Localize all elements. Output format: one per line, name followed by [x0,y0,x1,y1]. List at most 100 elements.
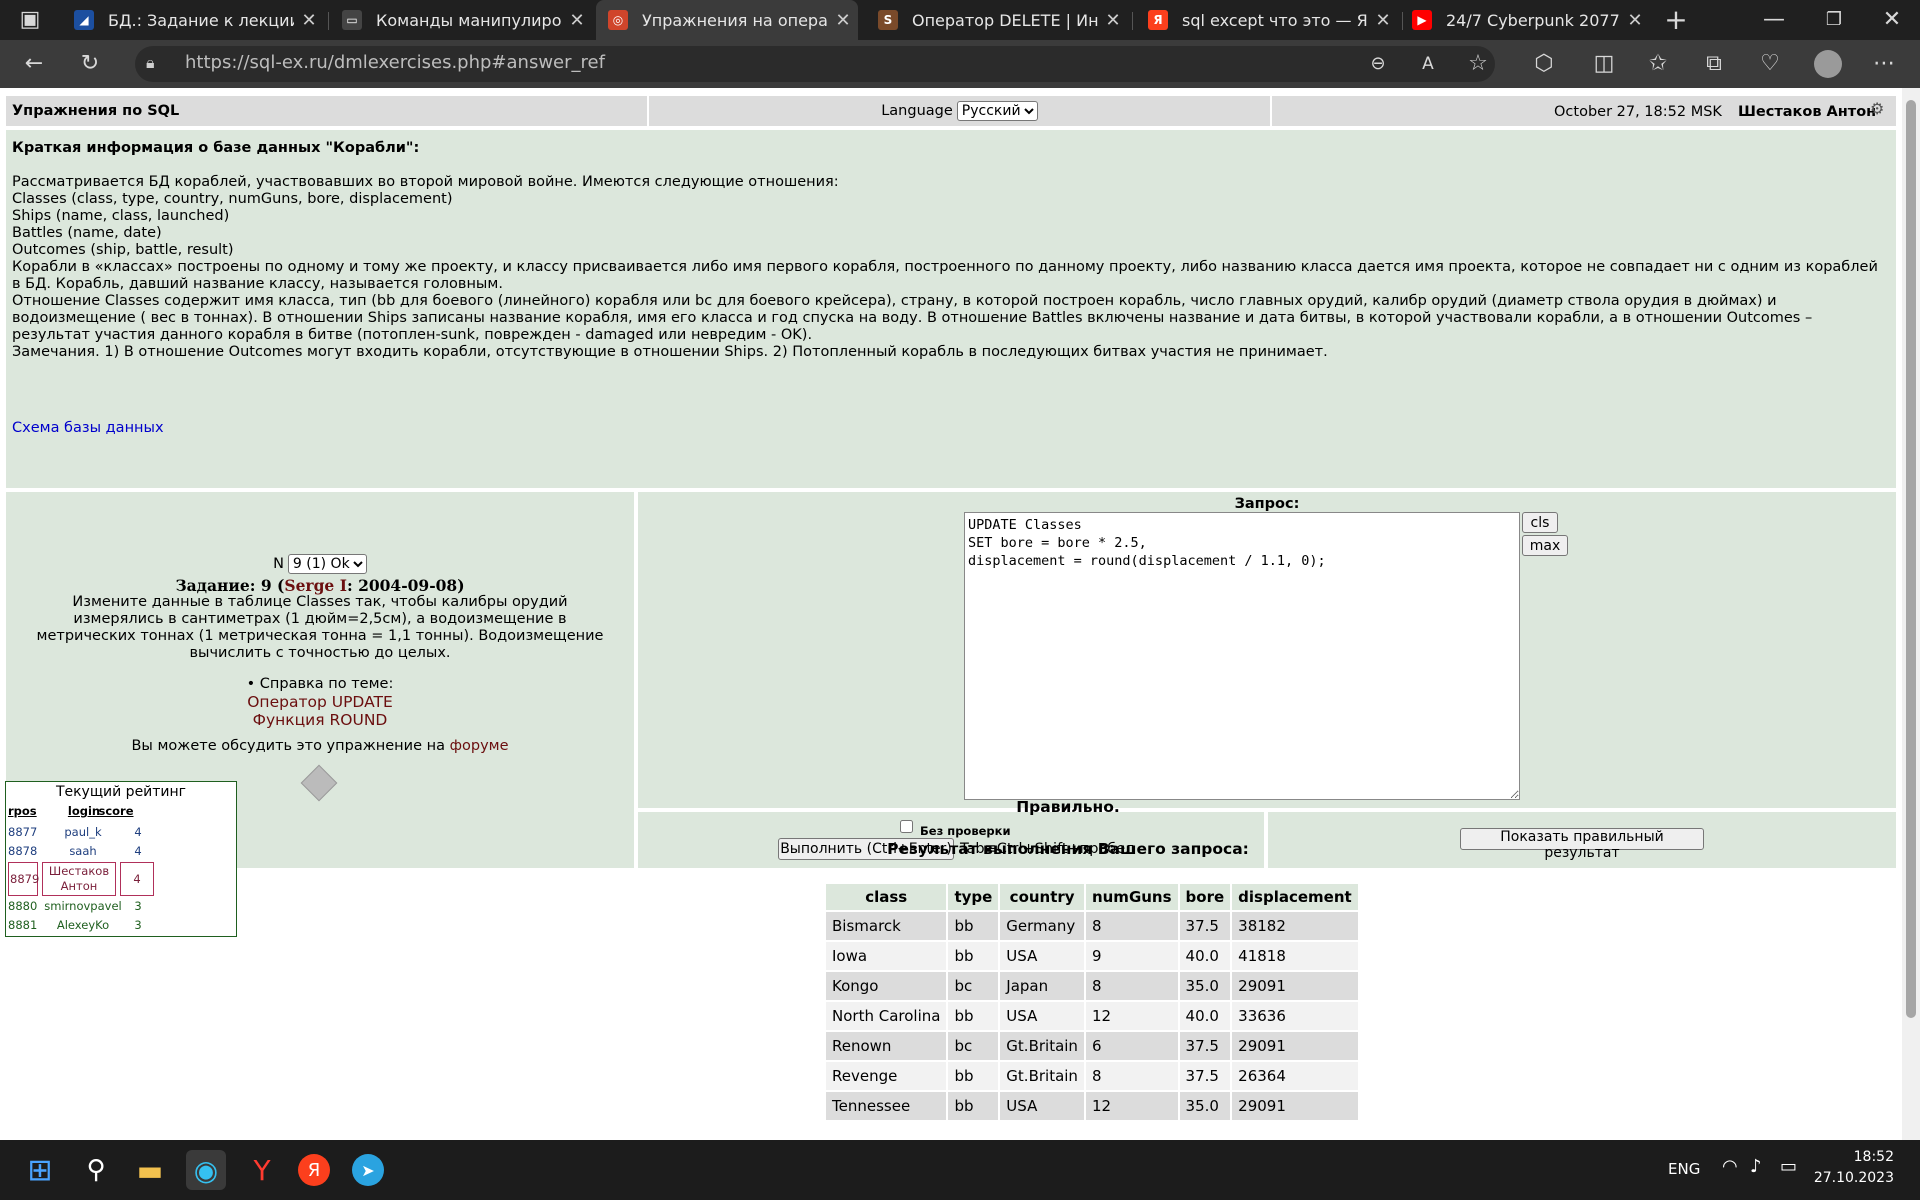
table-cell: 8 [1085,1062,1178,1090]
result-table: class type country numGuns bore displacement … [824,882,1360,1122]
table-cell: 29091 [1232,1032,1358,1060]
query-panel: Запрос: cls max [638,492,1896,808]
table-row: Bismarck bb Germany 8 37.5 38182 [826,912,1358,940]
info-text: Рассматривается БД кораблей, участвовавш… [12,174,1888,361]
table-cell: Gt.Britain [1000,1032,1084,1060]
table-cell: bc [948,972,999,1000]
column-header: numGuns [1085,884,1178,910]
header-language-cell: Language Русский [649,96,1270,126]
url-text[interactable]: https://sql-ex.ru/dmlexercises.php#answe… [185,52,605,73]
taskbar-time[interactable]: 18:52 [1824,1149,1894,1165]
rating-column-header[interactable]: score [96,804,136,818]
browser-tab[interactable]: S Оператор DELETE | Интерактивный✕ [866,0,1128,40]
column-header: country [1000,884,1084,910]
table-cell: bb [948,942,999,970]
table-row: North Carolina bb USA 12 40.0 33636 [826,1002,1358,1030]
table-row: Iowa bb USA 9 40.0 41818 [826,942,1358,970]
rating-login[interactable]: AlexeyKo [40,917,126,933]
rating-column-header[interactable]: rpos [8,804,48,818]
restore-button[interactable]: ❐ [1816,2,1852,38]
search-icon[interactable]: ⚲ [76,1150,116,1190]
table-cell: Japan [1000,972,1084,1000]
table-cell: 9 [1085,942,1178,970]
web-page: Упражнения по SQL Language Русский Octob… [0,88,1920,1140]
edge-browser-icon[interactable]: ◉ [186,1150,226,1190]
no-check-label: Без проверки [920,824,1011,838]
input-language[interactable]: ENG [1668,1160,1700,1178]
more-menu-icon[interactable]: ⋯ [1866,46,1902,82]
tab-title: Команды манипулирования [376,10,562,30]
table-cell: 8 [1085,912,1178,940]
lock-icon[interactable]: 🔒︎ [146,53,155,73]
new-tab-button[interactable]: + [1658,2,1694,38]
zoom-icon[interactable]: ⊖ [1360,46,1396,82]
forum-link[interactable]: форуме [450,738,509,754]
maximize-button[interactable]: max [1522,535,1568,556]
close-tab-icon[interactable]: ✕ [1620,10,1650,31]
browser-tab[interactable]: ▭ Команды манипулирования✕ [330,0,592,40]
taskbar-date[interactable]: 27.10.2023 [1808,1170,1894,1186]
telegram-icon[interactable]: ➤ [352,1154,384,1186]
table-cell: 35.0 [1179,1092,1231,1120]
tab-title: Оператор DELETE | Интерактивный [912,10,1098,30]
performance-icon[interactable]: ♡ [1752,46,1788,82]
wifi-icon[interactable]: ◠ [1722,1156,1738,1177]
taskbar [0,1140,1920,1200]
browser-tab[interactable]: ◢ БД.: Задание к лекции 2.9✕ [62,0,324,40]
battery-icon[interactable]: ▭ [1780,1156,1797,1177]
discuss-prefix: Вы можете обсудить это упражнение на [131,738,450,754]
info-title: Краткая информация о базе данных "Корабл… [12,140,420,156]
table-cell: 37.5 [1179,1062,1231,1090]
favorites-icon[interactable]: ✩ [1640,46,1676,82]
language-select[interactable]: Русский [956,101,1038,121]
help-link-round[interactable]: Функция ROUND [6,712,634,729]
close-tab-icon[interactable]: ✕ [1368,10,1398,31]
info-line: Outcomes (ship, battle, result) [12,242,234,258]
close-tab-icon[interactable]: ✕ [562,10,592,31]
user-settings-icon[interactable]: ⚙ [1870,99,1884,118]
windows-start-icon[interactable]: ⊞ [20,1150,60,1190]
rating-score: 4 [134,825,142,839]
rating-login[interactable]: Шестаков Антон [42,862,116,896]
tab-actions-icon[interactable]: ▣ [12,2,48,38]
user-name[interactable]: Шестаков Антон [1738,104,1876,121]
close-tab-icon[interactable]: ✕ [828,10,858,31]
rating-login[interactable]: paul_k [40,824,126,840]
rating-login[interactable]: saah [40,843,126,859]
no-check-checkbox[interactable] [900,820,913,833]
browser-tab[interactable]: ▶ 24/7 Cyberpunk 2077 M ✕ [1400,0,1650,40]
collections-icon[interactable]: ⧉ [1696,46,1732,82]
close-tab-icon[interactable]: ✕ [1098,10,1128,31]
task-description: Измените данные в таблице Classes так, ч… [36,594,604,661]
hint-diamond-icon[interactable] [300,764,338,802]
yandex-icon[interactable]: Я [298,1154,330,1186]
minimize-button[interactable]: — [1756,2,1792,38]
table-cell: Tennessee [826,1092,947,1120]
split-screen-icon[interactable]: ◫ [1586,46,1622,82]
profile-avatar[interactable] [1814,50,1842,78]
volume-icon[interactable]: ♪ [1750,1156,1762,1177]
yandex-browser-icon[interactable]: Y [242,1150,282,1190]
help-link-update[interactable]: Оператор UPDATE [6,694,634,711]
scrollbar-thumb[interactable] [1906,100,1916,1018]
tab-title: 24/7 Cyberpunk 2077 M [1446,10,1620,30]
clear-button[interactable]: cls [1522,512,1558,533]
header-title-cell: Упражнения по SQL [6,96,647,126]
yandex-icon: Я [1148,10,1168,30]
favorite-star-icon[interactable]: ☆ [1460,46,1496,82]
back-arrow-icon[interactable]: ← [16,46,52,82]
current-datetime: October 27, 18:52 MSK [1554,104,1722,120]
close-window-button[interactable]: ✕ [1874,2,1910,38]
browser-tab[interactable]: Яsql except что это — Яндекс✕ [1136,0,1398,40]
file-explorer-icon[interactable]: ▬ [130,1150,170,1190]
close-tab-icon[interactable]: ✕ [294,10,324,31]
extensions-icon[interactable]: ⬡ [1526,46,1562,82]
query-editor[interactable] [964,512,1520,800]
reload-icon[interactable]: ↻ [72,46,108,82]
browser-tab[interactable]: ◎ Упражнения на операторы✕ [596,0,858,40]
read-aloud-icon[interactable]: A [1410,46,1446,82]
rating-login[interactable]: smirnovpavel [40,898,126,914]
task-number-select[interactable]: 9 (1) Ok [287,554,367,574]
schema-link[interactable]: Схема базы данных [12,420,164,437]
task-author-link[interactable]: Serge I [284,576,347,595]
